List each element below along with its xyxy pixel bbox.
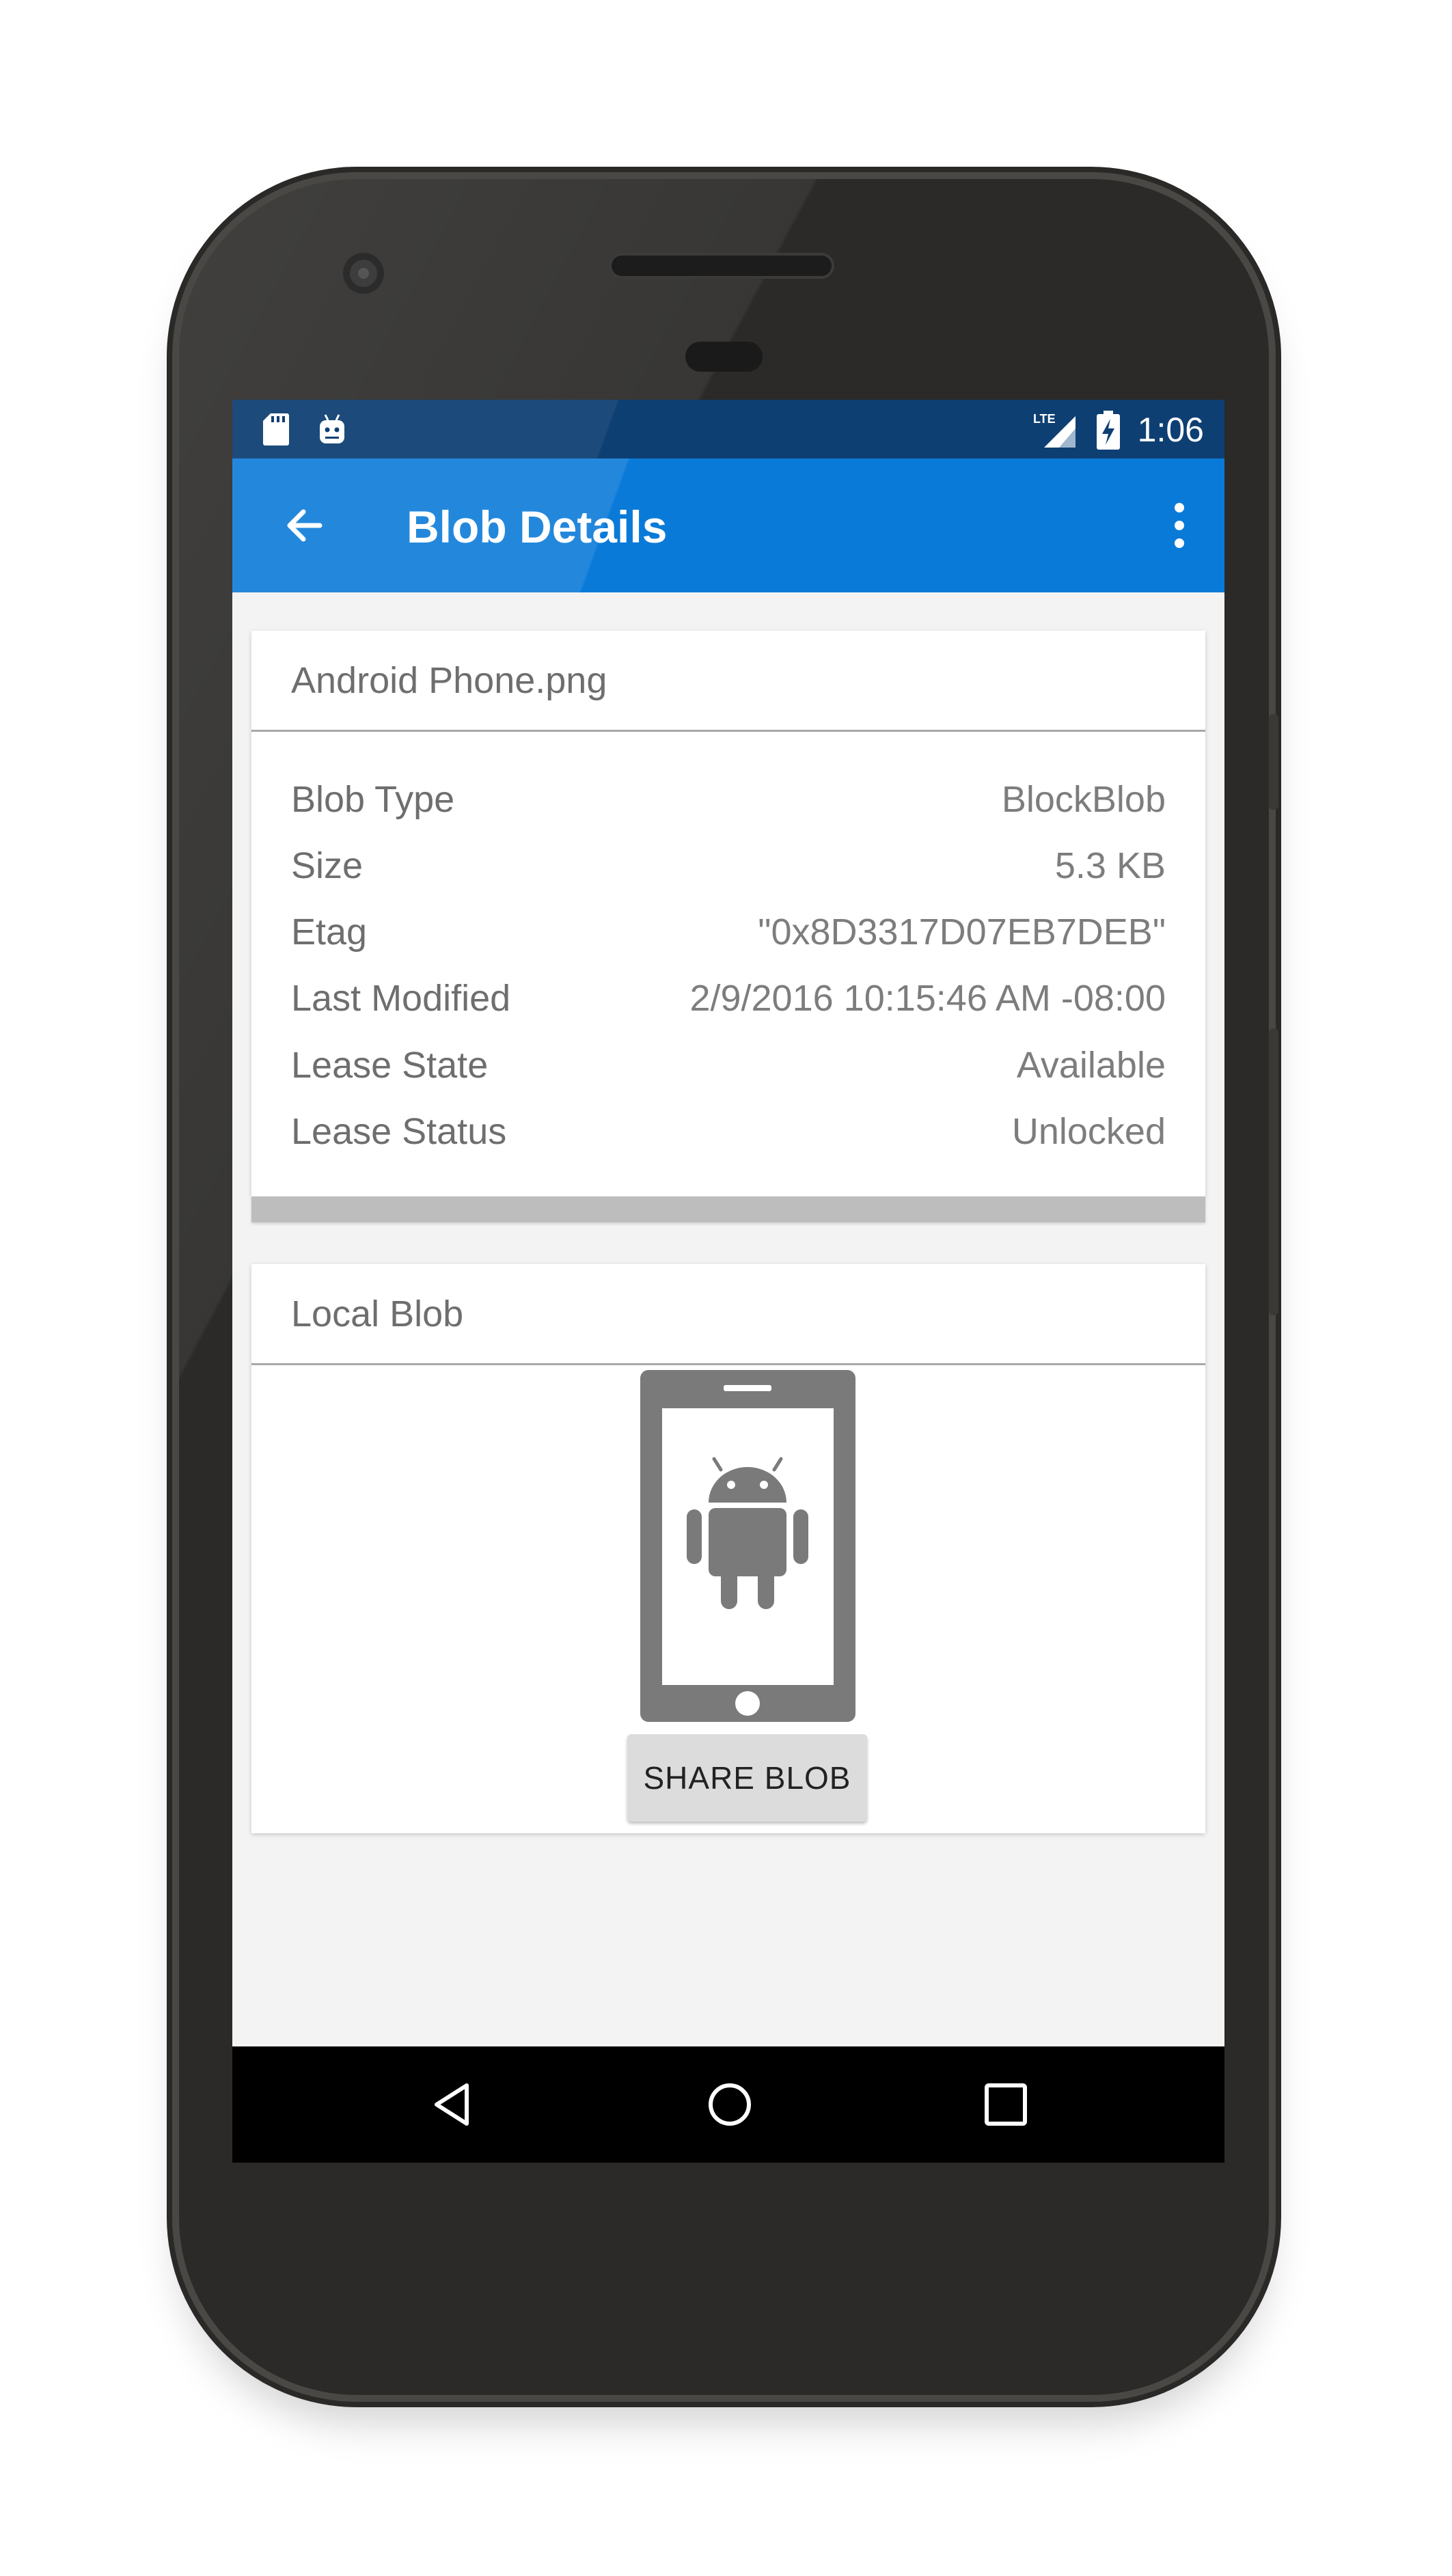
detail-label: Last Modified — [291, 978, 511, 1019]
nav-home-icon[interactable] — [704, 2079, 756, 2130]
nav-recents-icon[interactable] — [983, 2081, 1029, 2128]
detail-value: 2/9/2016 10:15:46 AM -08:00 — [689, 978, 1166, 1019]
earpiece-speaker — [612, 256, 832, 276]
battery-charging-icon — [1097, 411, 1120, 450]
card-divider — [251, 1363, 1205, 1365]
svg-text:LTE: LTE — [1033, 412, 1056, 426]
detail-label: Size — [291, 845, 364, 886]
lte-signal-icon: LTE — [1033, 412, 1076, 448]
front-camera — [343, 253, 384, 294]
detail-row-lease-state: Lease State Available — [291, 1038, 1166, 1093]
card-footer-bar — [251, 1196, 1205, 1222]
detail-row-size: Size 5.3 KB — [291, 838, 1166, 893]
detail-label: Lease State — [291, 1045, 489, 1086]
card-divider — [251, 730, 1205, 732]
sd-card-icon — [263, 413, 289, 446]
detail-label: Blob Type — [291, 779, 455, 820]
navigation-bar — [232, 2046, 1224, 2163]
local-blob-title: Local Blob — [291, 1293, 464, 1334]
status-bar: LTE 1:06 — [232, 400, 1224, 458]
detail-row-last-modified: Last Modified 2/9/2016 10:15:46 AM -08:0… — [291, 971, 1166, 1026]
detail-row-blob-type: Blob Type BlockBlob — [291, 772, 1166, 827]
detail-row-etag: Etag "0x8D3317D07EB7DEB" — [291, 905, 1166, 959]
power-button — [1269, 714, 1278, 810]
phone-screen: LTE 1:06 Blob Details Android Phone.png … — [232, 400, 1224, 2163]
android-phone-image — [640, 1370, 855, 1722]
app-bar: Blob Details — [232, 458, 1224, 592]
detail-value: "0x8D3317D07EB7DEB" — [758, 912, 1166, 953]
detail-label: Lease Status — [291, 1111, 507, 1152]
proximity-sensor — [685, 342, 763, 372]
android-notification-icon — [320, 414, 344, 443]
local-blob-card: Local Blob SHARE BLOB — [251, 1264, 1205, 1833]
blob-name: Android Phone.png — [291, 660, 607, 701]
more-vert-icon[interactable] — [1166, 498, 1193, 553]
share-blob-button[interactable]: SHARE BLOB — [627, 1734, 867, 1822]
page-title: Blob Details — [407, 502, 668, 552]
detail-label: Etag — [291, 912, 368, 953]
detail-value: 5.3 KB — [1054, 845, 1166, 886]
nav-back-icon[interactable] — [427, 2079, 479, 2130]
detail-row-lease-status: Lease Status Unlocked — [291, 1104, 1166, 1159]
detail-value: Unlocked — [1011, 1111, 1166, 1152]
status-time: 1:06 — [1137, 411, 1204, 449]
detail-value: Available — [1016, 1045, 1166, 1086]
arrow-back-icon[interactable] — [272, 494, 335, 557]
blob-details-card: Android Phone.png Blob Type BlockBlob Si… — [251, 631, 1205, 1196]
volume-button — [1269, 1028, 1278, 1315]
detail-value: BlockBlob — [1001, 779, 1166, 820]
